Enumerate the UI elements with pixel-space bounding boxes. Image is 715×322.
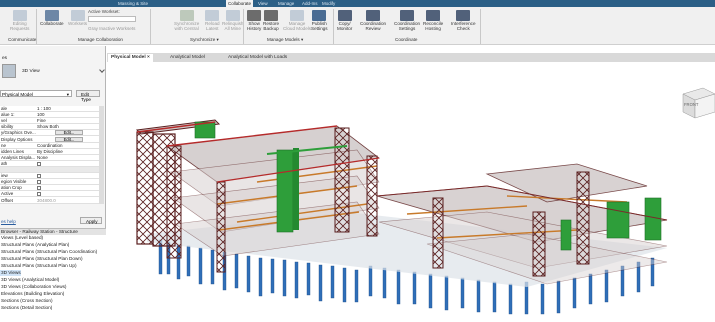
group-label-manage-collaboration: Manage Collaboration: [78, 37, 123, 42]
ribbon-separator: [333, 9, 334, 44]
ribbon-separator: [243, 9, 244, 44]
tab-physical-model[interactable]: Physical Model ×: [108, 54, 153, 62]
reconcile-hosting-icon: [426, 10, 441, 21]
building-model-3d: FRONT: [135, 87, 715, 315]
ribbon-tab-collaborate[interactable]: Collaborate: [226, 0, 254, 7]
checkbox[interactable]: [37, 180, 41, 185]
interference-check-icon: [456, 10, 471, 21]
ribbon-separator: [480, 9, 481, 44]
viewcube-front-label: FRONT: [684, 102, 699, 107]
close-icon[interactable]: ×: [147, 55, 150, 60]
cloud-models-icon: [290, 10, 305, 21]
coordination-settings-icon: [400, 10, 415, 21]
edit-button[interactable]: Edit...: [55, 130, 83, 136]
ribbon-tab[interactable]: View: [258, 0, 268, 7]
property-row: Offset 304800.0: [0, 198, 99, 204]
restore-backup-button[interactable]: Restore Backup: [263, 10, 279, 32]
browser-item[interactable]: Elevations (Building Elevation): [0, 291, 64, 297]
checkbox[interactable]: [37, 174, 41, 179]
ribbon-tab[interactable]: Manage: [278, 0, 294, 7]
browser-item[interactable]: 3D Views (Collaboration Views): [0, 284, 66, 290]
ribbon-tab[interactable]: Modify: [322, 0, 335, 7]
reload-icon: [205, 10, 220, 21]
sync-icon: [179, 10, 194, 21]
editing-requests-icon: [12, 10, 27, 21]
edit-type-button[interactable]: Edit Type: [76, 90, 100, 102]
copy-monitor-icon: [337, 10, 352, 21]
browser-item[interactable]: Structural Plans (Structural Plan Up): [0, 263, 77, 269]
properties-panel: es 3D View Physical Model ▾ Edit Type al…: [0, 46, 106, 317]
checkbox[interactable]: [37, 192, 41, 197]
relinquish-all-mine-button[interactable]: Relinquish All Mine: [222, 10, 243, 32]
publish-settings-button[interactable]: Publish Settings: [311, 10, 328, 32]
worksets-icon: [70, 10, 85, 21]
browser-item[interactable]: Views (Level based): [0, 235, 43, 241]
browser-item[interactable]: Structural Plans (Structural Plan Coordi…: [0, 249, 97, 255]
browser-item-selected[interactable]: 3D Views: [0, 270, 21, 276]
group-label-coordinate: Coordinate: [395, 37, 418, 42]
3d-view-type-icon: [2, 64, 16, 78]
apply-button[interactable]: Apply: [80, 217, 102, 224]
view-selector-dropdown[interactable]: Physical Model ▾: [0, 90, 72, 97]
history-icon: [247, 10, 262, 21]
active-workset-dropdown[interactable]: [88, 16, 136, 22]
backup-icon: [264, 10, 279, 21]
properties-grid: ale 1 : 100 alue 1: 100 vel Fine sibility Sh…: [0, 106, 99, 204]
synchronize-with-central-button[interactable]: Synchronize with Central: [174, 10, 199, 32]
chevron-down-icon[interactable]: [99, 67, 105, 73]
checkbox[interactable]: [37, 186, 41, 191]
ribbon-tab-strip: Massing & Site Collaborate View Manage A…: [0, 0, 715, 7]
gray-inactive-worksets-button[interactable]: Gray Inactive Worksets: [88, 26, 135, 31]
tab-analytical-model[interactable]: Analytical Model: [167, 54, 208, 62]
active-workset-label: Active Workset:: [88, 9, 120, 14]
editing-requests-button[interactable]: Editing Requests: [10, 10, 29, 32]
group-label-synchronize: Synchronize ▾: [190, 37, 219, 42]
project-browser-title: Browser - Railway Station - Structure: [0, 228, 106, 235]
ribbon-tab[interactable]: Add-Ins: [302, 0, 318, 7]
relinquish-icon: [225, 10, 240, 21]
properties-scrollbar[interactable]: [99, 106, 104, 204]
group-label-communicate: Communicate: [8, 37, 37, 42]
browser-item[interactable]: Sections (Cross Section): [0, 298, 53, 304]
browser-item[interactable]: Structural Plans (Structural Plan Down): [0, 256, 83, 262]
browser-item[interactable]: 3D Views (Analytical Model): [0, 277, 59, 283]
browser-item[interactable]: Sections (Detail Section): [0, 305, 52, 311]
browser-item[interactable]: Structural Plans (Analytical Plan): [0, 242, 69, 248]
ribbon-panel: Editing Requests Collaborate Worksets Ac…: [0, 7, 715, 45]
show-history-button[interactable]: Show History: [247, 10, 261, 32]
publish-icon: [312, 10, 327, 21]
tab-analytical-model-with-loads[interactable]: Analytical Model with Loads: [225, 54, 290, 62]
view-tab-bar: Physical Model × Analytical Model Analyt…: [107, 53, 715, 62]
coordination-review-button[interactable]: Coordination Review: [360, 10, 386, 32]
ribbon-tab[interactable]: Massing & Site: [118, 0, 148, 7]
model-viewport[interactable]: FRONT: [107, 62, 715, 317]
chevron-down-icon: ▾: [66, 92, 69, 97]
copy-monitor-button[interactable]: Copy/ Monitor: [337, 10, 352, 32]
properties-help-link[interactable]: es help: [1, 219, 16, 224]
type-name: 3D View: [22, 69, 40, 74]
edit-button[interactable]: Edit...: [55, 136, 83, 142]
ribbon-separator: [150, 9, 151, 44]
reload-latest-button[interactable]: Reload Latest: [205, 10, 220, 32]
interference-check-button[interactable]: Interference Check: [451, 10, 476, 32]
worksets-button[interactable]: Worksets: [68, 10, 87, 27]
reconcile-hosting-button[interactable]: Reconcile Hosting: [423, 10, 443, 32]
project-browser-tree: Views (Level based) Structural Plans (An…: [0, 235, 106, 317]
coordination-settings-button[interactable]: Coordination Settings: [394, 10, 420, 32]
manage-cloud-models-button[interactable]: Manage Cloud Models: [283, 10, 311, 32]
collaborate-button[interactable]: Collaborate: [40, 10, 64, 27]
collaborate-icon: [44, 10, 59, 21]
group-label-manage-models: Manage Models ▾: [267, 37, 304, 42]
checkbox[interactable]: [37, 161, 41, 166]
coordination-review-icon: [366, 10, 381, 21]
properties-header: es: [2, 56, 8, 61]
